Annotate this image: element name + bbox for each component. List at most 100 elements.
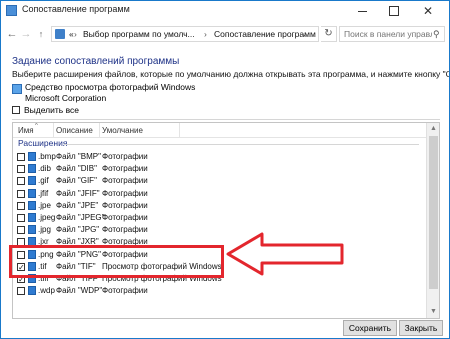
row-default: Фотографии bbox=[102, 225, 148, 235]
minimize-button[interactable] bbox=[347, 1, 377, 21]
table-row[interactable]: .wdp Файл "WDP" Фотографии bbox=[13, 285, 427, 297]
column-header-description[interactable]: Описание bbox=[56, 126, 93, 135]
row-extension: .dib bbox=[38, 164, 51, 174]
row-description: Файл "JPG" bbox=[56, 225, 100, 235]
instructions-text: Выберите расширения файлов, которые по у… bbox=[12, 69, 450, 79]
program-company: Microsoft Corporation bbox=[25, 93, 107, 103]
table-row[interactable]: .jfif Файл "JFIF" Фотографии bbox=[13, 188, 427, 200]
column-divider[interactable] bbox=[53, 123, 54, 137]
table-row[interactable]: .gif Файл "GIF" Фотографии bbox=[13, 175, 427, 187]
row-description: Файл "JFIF" bbox=[56, 188, 100, 198]
row-extension: .jpeg bbox=[38, 213, 56, 222]
row-extension: .jpe bbox=[38, 200, 51, 210]
up-arrow-icon[interactable]: ↑ bbox=[34, 26, 48, 42]
row-checkbox[interactable] bbox=[17, 214, 25, 222]
row-default: Фотографии bbox=[102, 188, 148, 198]
divider bbox=[12, 119, 440, 120]
close-button[interactable]: Закрыть bbox=[399, 320, 443, 336]
image-file-icon bbox=[28, 225, 36, 235]
photo-viewer-icon bbox=[12, 84, 22, 94]
search-box[interactable]: ⚲ bbox=[339, 26, 445, 42]
image-file-icon bbox=[28, 200, 36, 210]
row-extension: .wdp bbox=[38, 286, 55, 296]
title-bar: Сопоставление программ ✕ bbox=[1, 1, 449, 21]
row-default: Фотографии bbox=[102, 200, 148, 210]
scroll-down-icon[interactable]: ▼ bbox=[427, 306, 439, 318]
navigation-bar: ← → ↑ « › Выбор программ по умолч... › С… bbox=[1, 23, 449, 45]
row-extension: .jfif bbox=[38, 188, 49, 198]
image-file-icon bbox=[28, 286, 36, 296]
scroll-up-icon[interactable]: ▲ bbox=[427, 123, 439, 135]
row-extension: .jpg bbox=[38, 225, 51, 235]
refresh-icon[interactable]: ↻ bbox=[321, 26, 337, 42]
table-row[interactable]: .jpg Файл "JPG" Фотографии bbox=[13, 224, 427, 236]
table-row[interactable]: .jpeg Файл "JPEG" Фотографии bbox=[13, 212, 427, 224]
row-description: Файл "BMP" bbox=[56, 152, 101, 161]
column-divider[interactable] bbox=[99, 123, 100, 137]
group-divider bbox=[64, 144, 419, 145]
row-checkbox[interactable] bbox=[17, 177, 25, 186]
table-row[interactable]: .jpe Файл "JPE" Фотографии bbox=[13, 200, 427, 212]
row-default: Фотографии bbox=[102, 213, 148, 222]
group-header: Расширения bbox=[18, 138, 423, 150]
row-checkbox[interactable] bbox=[17, 189, 25, 198]
maximize-button[interactable] bbox=[379, 1, 409, 21]
program-name: Средство просмотра фотографий Windows bbox=[25, 82, 196, 92]
column-header-default[interactable]: Умолчание bbox=[102, 126, 143, 135]
forward-arrow-icon[interactable]: → bbox=[19, 26, 33, 42]
select-all-checkbox[interactable] bbox=[12, 106, 20, 114]
image-file-icon bbox=[28, 164, 36, 174]
row-checkbox[interactable] bbox=[17, 226, 25, 235]
row-description: Файл "DIB" bbox=[56, 164, 97, 174]
vertical-scrollbar[interactable]: ▲ ▼ bbox=[426, 123, 439, 318]
control-panel-small-icon bbox=[55, 29, 65, 39]
breadcrumb-default-programs[interactable]: Выбор программ по умолч... bbox=[83, 27, 195, 41]
select-all-label[interactable]: Выделить все bbox=[24, 105, 79, 115]
row-default: Фотографии bbox=[102, 152, 148, 161]
list-header: Имя ^ Описание Умолчание bbox=[13, 123, 427, 138]
table-row[interactable]: .dib Файл "DIB" Фотографии bbox=[13, 163, 427, 175]
column-divider[interactable] bbox=[179, 123, 180, 137]
sort-up-icon: ^ bbox=[35, 123, 38, 129]
image-file-icon bbox=[28, 152, 36, 161]
row-description: Файл "JPE" bbox=[56, 200, 99, 210]
image-file-icon bbox=[28, 188, 36, 198]
row-extension: .gif bbox=[38, 176, 49, 186]
row-description: Файл "GIF" bbox=[56, 176, 97, 186]
page-title: Задание сопоставлений программы bbox=[12, 56, 180, 67]
table-row[interactable]: .bmp Файл "BMP" Фотографии bbox=[13, 151, 427, 163]
breadcrumb-separator[interactable]: › bbox=[74, 27, 77, 41]
row-checkbox[interactable] bbox=[17, 287, 25, 296]
column-header-name[interactable]: Имя bbox=[18, 126, 34, 135]
search-icon[interactable]: ⚲ bbox=[433, 27, 440, 41]
search-input[interactable] bbox=[344, 27, 432, 41]
maximize-icon bbox=[389, 6, 399, 17]
back-arrow-icon[interactable]: ← bbox=[5, 26, 19, 42]
scroll-thumb[interactable] bbox=[429, 136, 438, 289]
row-default: Фотографии bbox=[102, 164, 148, 174]
row-default: Фотографии bbox=[102, 286, 148, 296]
row-checkbox[interactable] bbox=[17, 153, 25, 161]
row-description: Файл "JPEG" bbox=[56, 213, 105, 222]
address-bar[interactable]: « › Выбор программ по умолч... › Сопоста… bbox=[51, 26, 319, 42]
control-panel-icon bbox=[6, 5, 17, 16]
row-default: Фотографии bbox=[102, 176, 148, 186]
minimize-icon bbox=[357, 10, 367, 12]
group-label: Расширения bbox=[18, 138, 68, 148]
breadcrumb-separator[interactable]: › bbox=[204, 27, 207, 41]
program-info: Средство просмотра фотографий Windows Mi… bbox=[12, 82, 212, 106]
image-file-icon bbox=[28, 213, 36, 222]
close-window-button[interactable]: ✕ bbox=[413, 1, 443, 21]
row-description: Файл "WDP" bbox=[56, 286, 103, 296]
save-button[interactable]: Сохранить bbox=[343, 320, 397, 336]
app-window: Сопоставление программ ✕ ← → ↑ « › Выбор… bbox=[0, 0, 450, 339]
row-checkbox[interactable] bbox=[17, 165, 25, 174]
address-dropdown-icon[interactable]: ⌄ bbox=[301, 27, 308, 41]
annotation-arrow-icon bbox=[226, 232, 344, 276]
annotation-highlight-box bbox=[9, 245, 224, 278]
row-extension: .bmp bbox=[38, 152, 56, 161]
extensions-list[interactable]: Имя ^ Описание Умолчание Расширения .bmp… bbox=[12, 122, 440, 319]
row-checkbox[interactable] bbox=[17, 201, 25, 210]
window-title: Сопоставление программ bbox=[22, 4, 130, 14]
image-file-icon bbox=[28, 176, 36, 186]
